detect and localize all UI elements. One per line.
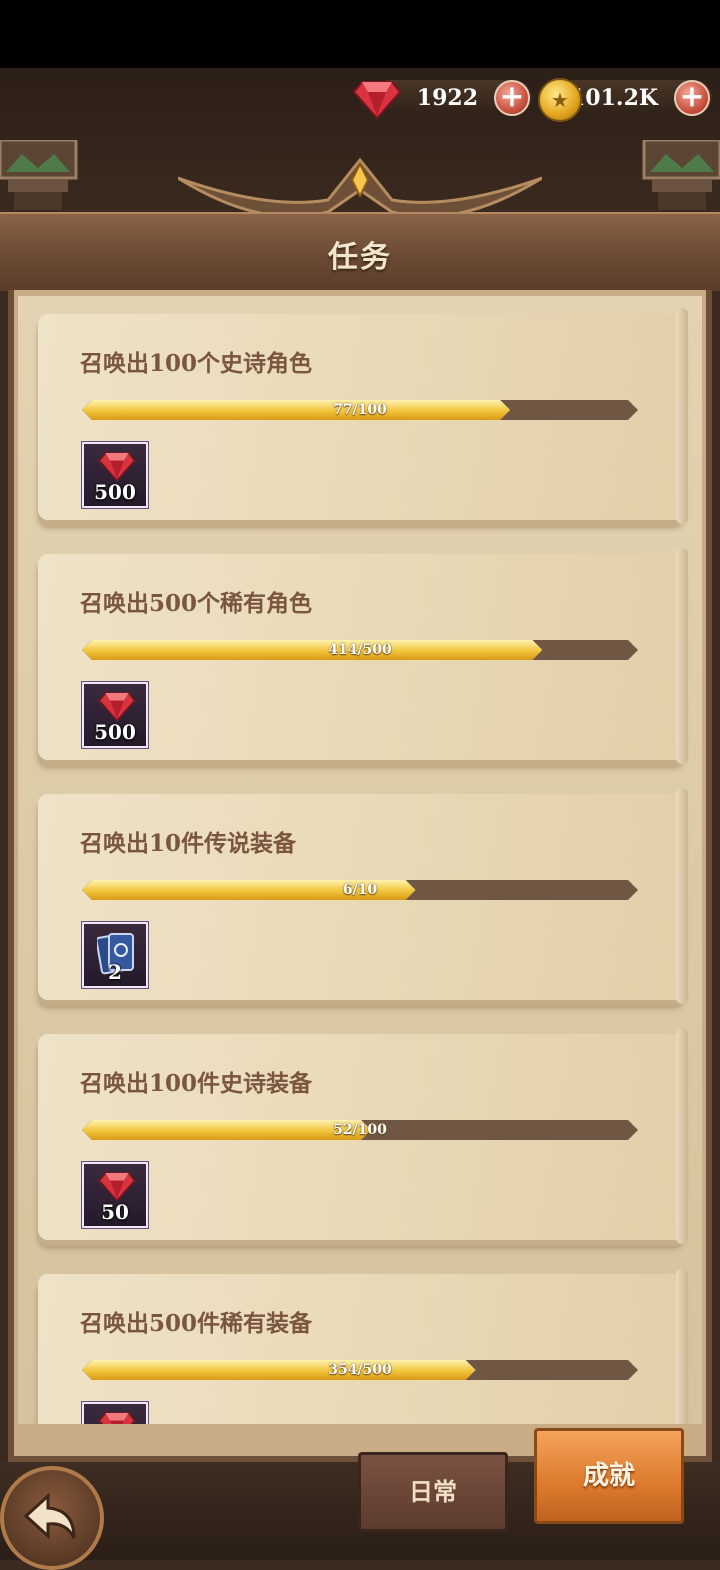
back-button[interactable]	[0, 1466, 104, 1570]
tab-daily[interactable]: 日常	[358, 1452, 508, 1532]
quest-title: 召唤出500个稀有角色	[80, 590, 313, 617]
red-gem-icon	[98, 1172, 136, 1202]
red-gem-icon	[98, 452, 136, 482]
add-gems-button[interactable]: +	[494, 80, 530, 116]
progress-bar: 52/100	[82, 1120, 638, 1140]
reward-count: 500	[94, 480, 136, 504]
reward-item[interactable]: 2	[82, 922, 148, 988]
reward-count: 50	[101, 1200, 129, 1224]
quest-title: 召唤出100个史诗角色	[80, 350, 313, 377]
pillar-left-decoration	[0, 140, 78, 210]
reward-count: 500	[94, 720, 136, 744]
progress-text: 77/100	[333, 402, 387, 418]
quest-title: 召唤出100件史诗装备	[80, 1070, 313, 1097]
reward-item[interactable]: 500	[82, 682, 148, 748]
quest-card[interactable]: 召唤出500件稀有装备 354/500	[38, 1268, 688, 1424]
gold-count: 101.2K	[569, 85, 658, 111]
progress-text: 52/100	[333, 1122, 387, 1138]
reward-count: 2	[108, 960, 122, 984]
quest-list[interactable]: 召唤出100个史诗角色 77/100 500 召唤出500个稀有角色 414/500 50…	[18, 296, 702, 1424]
progress-text: 354/500	[328, 1362, 392, 1378]
progress-bar: 354/500	[82, 1360, 638, 1380]
back-arrow-icon	[23, 1492, 76, 1540]
reward-item[interactable]: 500	[82, 442, 148, 508]
red-gem-icon	[352, 81, 402, 120]
red-gem-icon	[98, 1412, 136, 1424]
red-gem-icon	[98, 692, 136, 722]
progress-text: 6/10	[342, 882, 378, 898]
progress-bar: 6/10	[82, 880, 638, 900]
progress-bar: 77/100	[82, 400, 638, 420]
gem-count: 1922	[416, 85, 478, 111]
reward-item[interactable]	[82, 1402, 148, 1424]
reward-item[interactable]: 50	[82, 1162, 148, 1228]
progress-bar: 414/500	[82, 640, 638, 660]
quest-card[interactable]: 召唤出10件传说装备 6/10 2	[38, 788, 688, 1004]
status-bar	[0, 0, 720, 68]
gold-coin-icon: ★	[538, 78, 582, 122]
quest-title: 召唤出10件传说装备	[80, 830, 297, 857]
quest-card[interactable]: 召唤出100件史诗装备 52/100 50	[38, 1028, 688, 1244]
quest-title: 召唤出500件稀有装备	[80, 1310, 313, 1337]
progress-text: 414/500	[328, 642, 392, 658]
quest-card[interactable]: 召唤出100个史诗角色 77/100 500	[38, 308, 688, 524]
pillar-right-decoration	[642, 140, 720, 210]
add-gold-button[interactable]: +	[674, 80, 710, 116]
page-title: 任务	[328, 240, 392, 275]
quest-card[interactable]: 召唤出500个稀有角色 414/500 500	[38, 548, 688, 764]
tab-achievements[interactable]: 成就	[534, 1428, 684, 1524]
